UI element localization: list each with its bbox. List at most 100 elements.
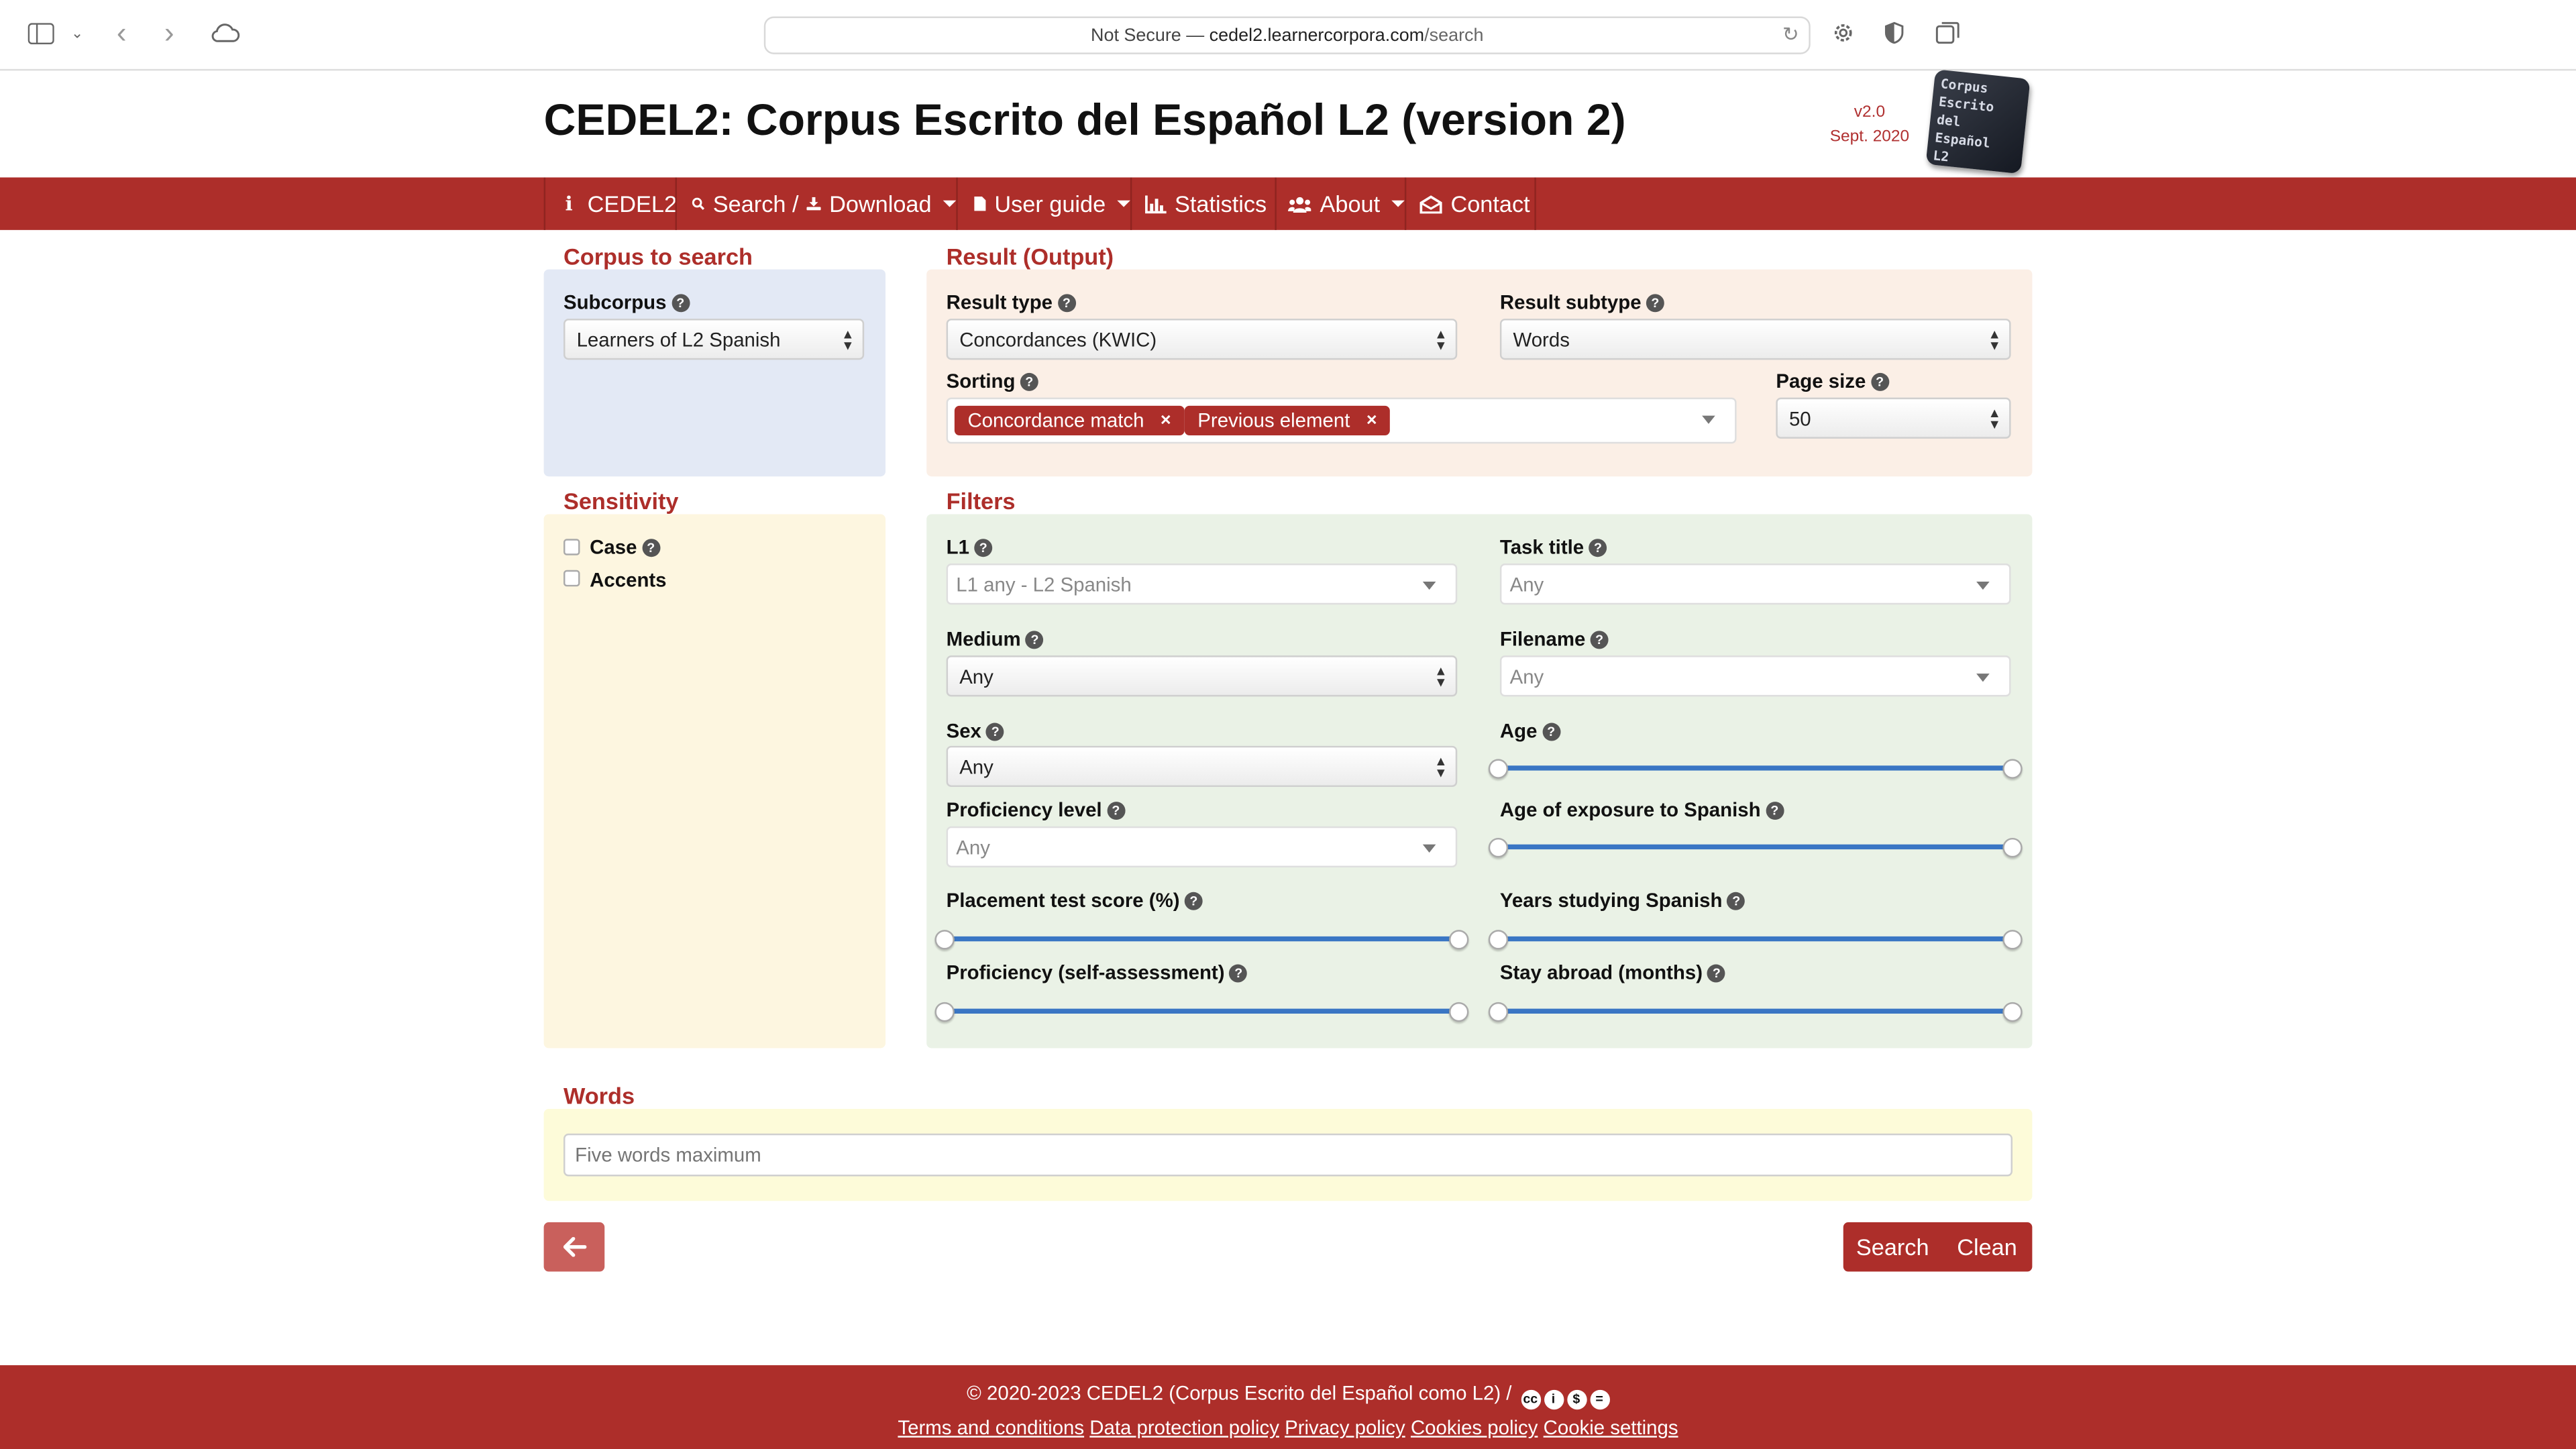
- stay-abroad-range-slider[interactable]: [1488, 1000, 2023, 1023]
- slider-min-handle[interactable]: [1488, 930, 1509, 950]
- help-icon[interactable]: ?: [1646, 293, 1664, 312]
- self-assessment-range-slider[interactable]: [934, 1000, 1469, 1023]
- case-checkbox[interactable]: [564, 539, 580, 555]
- slider-min-handle[interactable]: [1488, 837, 1509, 858]
- subcorpus-label: Subcorpus?: [564, 290, 690, 314]
- chevron-down-icon[interactable]: ⌄: [62, 18, 92, 48]
- help-icon[interactable]: ?: [1707, 963, 1726, 982]
- help-icon[interactable]: ?: [986, 722, 1005, 741]
- slider-track: [1498, 936, 2013, 942]
- placement-score-range-slider[interactable]: [934, 928, 1469, 951]
- result-subtype-value: Words: [1513, 327, 1570, 351]
- corpus-logo[interactable]: Corpus Escrito del Español L2: [1925, 69, 2031, 174]
- footer-link-data-protection[interactable]: Data protection policy: [1089, 1416, 1279, 1439]
- medium-value: Any: [959, 664, 994, 688]
- cloud-icon[interactable]: [209, 18, 241, 48]
- help-icon[interactable]: ?: [1765, 800, 1784, 819]
- proficiency-level-label-text: Proficiency level: [946, 798, 1102, 822]
- slider-min-handle[interactable]: [1488, 759, 1509, 779]
- corpus-section-title: Corpus to search: [564, 243, 753, 270]
- medium-select[interactable]: Any ▲ ▼: [946, 655, 1458, 697]
- slider-max-handle[interactable]: [2002, 930, 2023, 950]
- remove-tag-icon[interactable]: ×: [1366, 411, 1377, 430]
- tabs-overview-icon[interactable]: [1932, 18, 1962, 48]
- slider-max-handle[interactable]: [1449, 1002, 1469, 1022]
- cc-by-icon[interactable]: i: [1543, 1389, 1564, 1410]
- cc-nc-icon[interactable]: $: [1566, 1389, 1587, 1410]
- footer-link-cookies-policy[interactable]: Cookies policy: [1411, 1416, 1538, 1439]
- nav-item-about[interactable]: About: [1275, 177, 1405, 230]
- chevron-down-icon[interactable]: [1702, 415, 1715, 424]
- footer-link-terms[interactable]: Terms and conditions: [898, 1416, 1084, 1439]
- proficiency-level-select[interactable]: Any: [946, 826, 1458, 868]
- contrast-shield-icon[interactable]: [1880, 18, 1909, 48]
- slider-min-handle[interactable]: [1488, 1002, 1509, 1022]
- help-icon[interactable]: ?: [1727, 891, 1746, 910]
- help-icon[interactable]: ?: [1106, 800, 1125, 819]
- page-size-select[interactable]: 50 ▲ ▼: [1776, 397, 2011, 439]
- slider-max-handle[interactable]: [1449, 930, 1469, 950]
- sex-label-text: Sex: [946, 719, 981, 743]
- help-icon[interactable]: ?: [1229, 963, 1248, 982]
- document-icon: [974, 196, 987, 211]
- subcorpus-select[interactable]: Learners of L2 Spanish ▲ ▼: [564, 319, 865, 360]
- words-input[interactable]: [564, 1133, 2013, 1177]
- search-button[interactable]: Search: [1843, 1234, 1942, 1260]
- help-icon[interactable]: ?: [1590, 630, 1609, 649]
- sidebar-toggle-icon[interactable]: [26, 18, 56, 48]
- clean-button[interactable]: Clean: [1942, 1234, 2033, 1260]
- slider-max-handle[interactable]: [2002, 837, 2023, 858]
- cc-nd-icon[interactable]: =: [1589, 1389, 1609, 1410]
- help-icon[interactable]: ?: [1542, 722, 1560, 741]
- help-icon[interactable]: ?: [1870, 372, 1889, 390]
- result-type-select[interactable]: Concordances (KWIC) ▲ ▼: [946, 319, 1458, 360]
- l1-label: L1?: [947, 535, 993, 559]
- cc-license-icon[interactable]: cc: [1520, 1389, 1540, 1410]
- help-icon[interactable]: ?: [1020, 372, 1038, 390]
- filename-label: Filename?: [1500, 628, 1609, 651]
- sensitivity-section-title: Sensitivity: [564, 488, 679, 515]
- help-icon[interactable]: ?: [974, 538, 993, 556]
- result-subtype-select[interactable]: Words ▲ ▼: [1499, 319, 2011, 360]
- back-button[interactable]: [543, 1222, 605, 1272]
- slider-max-handle[interactable]: [2002, 1002, 2023, 1022]
- address-bar[interactable]: Not Secure — cedel2.learnercorpora.com /…: [763, 16, 1811, 54]
- footer-links: Terms and conditions Data protection pol…: [0, 1416, 2576, 1439]
- slider-max-handle[interactable]: [2002, 759, 2023, 779]
- gear-icon[interactable]: [1829, 18, 1858, 48]
- nav-item-statistics[interactable]: Statistics: [1130, 177, 1275, 230]
- age-exposure-range-slider[interactable]: [1488, 837, 2023, 859]
- result-type-value: Concordances (KWIC): [959, 327, 1157, 351]
- slider-min-handle[interactable]: [934, 1002, 955, 1022]
- help-icon[interactable]: ?: [1589, 538, 1607, 556]
- nav-item-label: Download: [829, 191, 932, 217]
- help-icon[interactable]: ?: [671, 293, 690, 312]
- age-range-slider[interactable]: [1488, 757, 2023, 780]
- task-title-select[interactable]: Any: [1499, 564, 2011, 605]
- slider-min-handle[interactable]: [934, 930, 955, 950]
- nav-item-label: User guide: [994, 191, 1106, 217]
- sex-select[interactable]: Any ▲ ▼: [946, 745, 1458, 788]
- footer-link-cookie-settings[interactable]: Cookie settings: [1544, 1416, 1678, 1439]
- medium-label-text: Medium: [946, 627, 1021, 651]
- help-icon[interactable]: ?: [1057, 293, 1076, 312]
- task-title-label: Task title?: [1500, 535, 1607, 559]
- footer-link-privacy[interactable]: Privacy policy: [1285, 1416, 1405, 1439]
- back-arrow-icon[interactable]: ‹: [107, 15, 136, 48]
- info-icon: i: [565, 192, 573, 215]
- help-icon[interactable]: ?: [641, 538, 660, 556]
- filename-select[interactable]: Any: [1499, 655, 2011, 697]
- nav-item-cedel2[interactable]: i CEDEL2: [543, 177, 677, 230]
- l1-select[interactable]: L1 any - L2 Spanish: [946, 564, 1458, 605]
- nav-item-contact[interactable]: Contact: [1404, 177, 1536, 230]
- accents-checkbox[interactable]: [564, 570, 580, 587]
- reload-icon[interactable]: ↻: [1782, 23, 1799, 46]
- help-icon[interactable]: ?: [1184, 891, 1203, 910]
- sorting-tag: Previous element ×: [1184, 405, 1391, 435]
- years-studying-range-slider[interactable]: [1488, 928, 2023, 951]
- forward-arrow-icon[interactable]: ›: [154, 15, 184, 48]
- remove-tag-icon[interactable]: ×: [1161, 411, 1171, 430]
- nav-item-search-download[interactable]: Search / Download: [675, 177, 957, 230]
- help-icon[interactable]: ?: [1026, 630, 1044, 649]
- nav-item-user-guide[interactable]: User guide: [956, 177, 1130, 230]
